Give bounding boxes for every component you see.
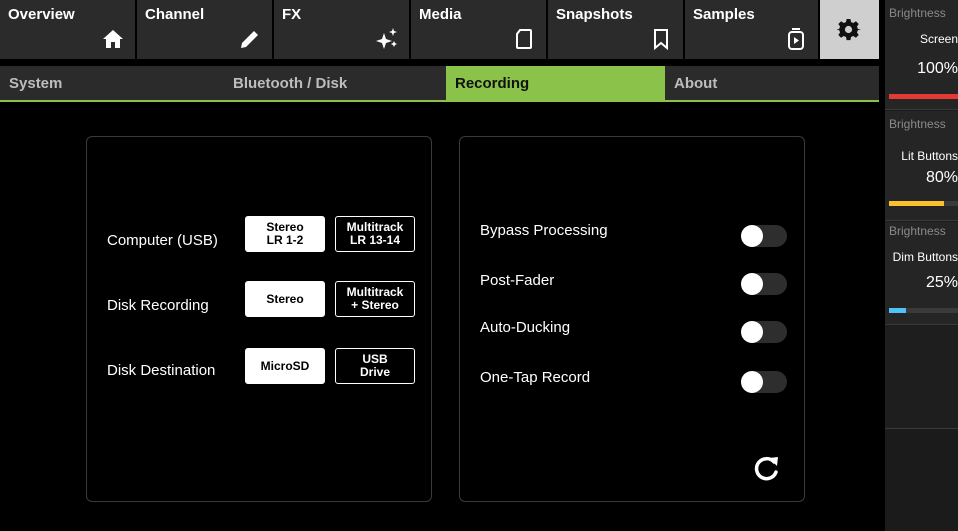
brightness-value: 100% <box>917 60 958 77</box>
sampler-icon <box>788 28 804 50</box>
settings-subtab-bar: System Bluetooth / Disk Recording About <box>0 66 879 102</box>
option-line2: + Stereo <box>351 298 399 312</box>
brightness-column: Brightness Screen 100% Brightness Lit Bu… <box>885 0 958 531</box>
refresh-icon[interactable] <box>752 453 782 483</box>
subtab-about[interactable]: About <box>665 66 879 100</box>
subtab-recording[interactable]: Recording <box>446 66 665 100</box>
computer-usb-multitrack-button[interactable]: Multitrack LR 13-14 <box>335 216 415 252</box>
auto-ducking-toggle[interactable] <box>741 321 787 343</box>
brightness-slider[interactable] <box>889 308 958 313</box>
brightness-slider[interactable] <box>889 201 958 206</box>
tab-samples[interactable]: Samples <box>685 0 819 59</box>
disk-recording-multitrack-button[interactable]: Multitrack + Stereo <box>335 281 415 317</box>
option-line2: Drive <box>359 365 391 379</box>
bypass-processing-toggle[interactable] <box>741 225 787 247</box>
disk-destination-label: Disk Destination <box>107 362 216 379</box>
post-fader-label: Post-Fader <box>480 272 555 289</box>
tab-channel[interactable]: Channel <box>137 0 273 59</box>
brightness-lit-buttons[interactable]: Brightness Lit Buttons 80% <box>885 111 958 221</box>
tab-samples-label: Samples <box>693 6 755 23</box>
option-line1: Stereo <box>266 291 304 306</box>
computer-usb-stereo-button[interactable]: Stereo LR 1-2 <box>245 216 325 252</box>
disk-destination-microsd-button[interactable]: MicroSD <box>245 348 325 384</box>
post-fader-toggle[interactable] <box>741 273 787 295</box>
brightness-target: Dim Buttons <box>892 250 958 264</box>
recording-source-panel: Computer (USB) Stereo LR 1-2 Multitrack … <box>86 136 432 502</box>
tab-media[interactable]: Media <box>411 0 547 59</box>
bypass-processing-label: Bypass Processing <box>480 222 608 239</box>
sd-card-icon <box>516 29 532 49</box>
brightness-title: Brightness <box>889 224 946 238</box>
subtab-bluetooth-disk[interactable]: Bluetooth / Disk <box>224 66 446 100</box>
brightness-empty-slot <box>885 326 958 429</box>
one-tap-record-toggle[interactable] <box>741 371 787 393</box>
auto-ducking-label: Auto-Ducking <box>480 319 571 336</box>
bookmark-icon <box>654 29 668 51</box>
brightness-target: Lit Buttons <box>901 149 958 163</box>
brightness-title: Brightness <box>889 6 946 20</box>
tab-fx-label: FX <box>282 6 302 23</box>
one-tap-record-label: One-Tap Record <box>480 369 591 386</box>
brightness-value: 80% <box>925 169 958 186</box>
brightness-target: Screen <box>919 32 958 46</box>
disk-recording-label: Disk Recording <box>107 297 209 314</box>
tab-snapshots-label: Snapshots <box>556 6 633 23</box>
option-line2: LR 13-14 <box>349 233 401 247</box>
brightness-value: 25% <box>925 274 958 291</box>
tab-settings[interactable] <box>820 0 879 59</box>
tab-overview-label: Overview <box>8 6 75 23</box>
computer-usb-label: Computer (USB) <box>107 232 218 249</box>
pencil-icon <box>241 31 258 48</box>
disk-recording-stereo-button[interactable]: Stereo <box>245 281 325 317</box>
tab-media-label: Media <box>419 6 462 23</box>
tab-snapshots[interactable]: Snapshots <box>548 0 684 59</box>
disk-destination-usb-button[interactable]: USB Drive <box>335 348 415 384</box>
subtab-system[interactable]: System <box>0 66 224 100</box>
top-nav-bar: Overview Channel FX Media Snapshots Samp… <box>0 0 879 59</box>
recording-options-panel: Bypass Processing Post-Fader Auto-Duckin… <box>459 136 805 502</box>
option-line1: MicroSD <box>260 358 310 373</box>
home-icon <box>103 30 123 48</box>
option-line2: LR 1-2 <box>266 233 304 247</box>
brightness-slider[interactable] <box>889 94 958 99</box>
sparkle-icon <box>376 28 397 49</box>
brightness-dim-buttons[interactable]: Brightness Dim Buttons 25% <box>885 222 958 325</box>
tab-overview[interactable]: Overview <box>0 0 136 59</box>
brightness-screen[interactable]: Brightness Screen 100% <box>885 0 958 110</box>
tab-channel-label: Channel <box>145 6 205 23</box>
gear-icon <box>837 18 861 41</box>
brightness-title: Brightness <box>889 117 946 131</box>
tab-fx[interactable]: FX <box>274 0 410 59</box>
